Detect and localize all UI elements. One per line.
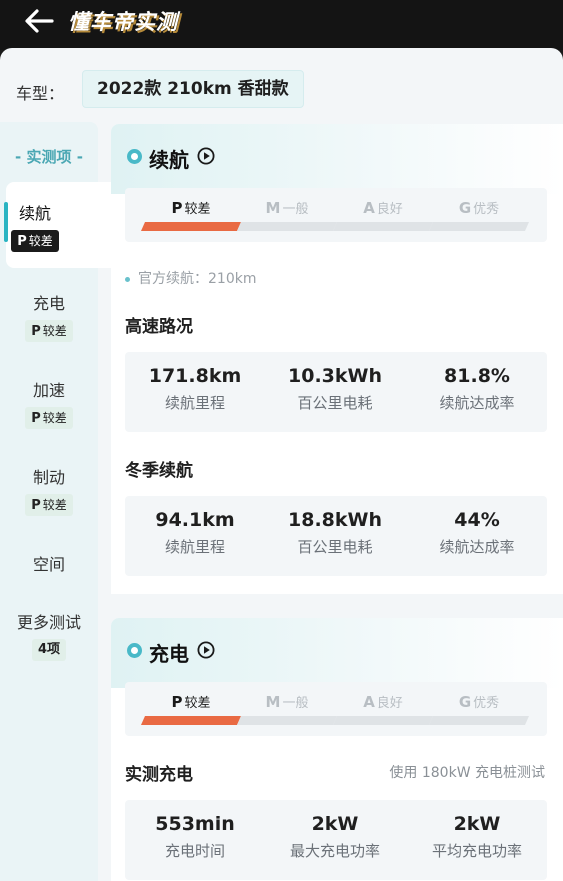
grade-badge: P 较差 xyxy=(25,407,73,429)
rating-bar xyxy=(429,222,529,231)
grade-badge: P 较差 xyxy=(25,494,73,516)
stat-range: 94.1km 续航里程 xyxy=(155,509,235,556)
range-rating-scale: P 较差 M 一般 A 良好 G 优秀 xyxy=(125,188,547,242)
stat-charge-time: 553min 充电时间 xyxy=(155,813,235,860)
arrow-left-icon xyxy=(25,9,54,33)
section-dot-icon xyxy=(127,149,142,164)
rating-level-excellent: G 优秀 xyxy=(429,682,529,736)
charging-stats: 553min 充电时间 2kW 最大充电功率 2kW 平均充电功率 xyxy=(125,800,547,880)
sidebar-item-label: 加速 xyxy=(32,381,65,400)
model-label: 车型： xyxy=(16,84,65,103)
count-badge: 4项 xyxy=(31,639,67,661)
range-panel: 续航 P 较差 M 一般 A 良好 G 优秀 官方续航：210km 高速路况 1… xyxy=(111,124,563,594)
rating-level-poor: P 较差 xyxy=(141,188,241,242)
app-title: 懂车帝实测 xyxy=(68,10,178,34)
charger-note: 使用 180kW 充电桩测试 xyxy=(389,765,545,781)
model-selector[interactable]: 2022款 210km 香甜款 xyxy=(82,70,304,108)
winter-range-title: 冬季续航 xyxy=(125,461,193,481)
rating-level-excellent: G 优秀 xyxy=(429,188,529,242)
highway-stats: 171.8km 续航里程 10.3kWh 百公里电耗 81.8% 续航达成率 xyxy=(125,352,547,432)
stat-achievement-rate: 81.8% 续航达成率 xyxy=(439,365,515,412)
rating-bar xyxy=(333,716,433,725)
sidebar-item-space[interactable]: 空间 xyxy=(0,551,98,575)
sidebar-item-range[interactable]: 续航 P 较差 xyxy=(4,182,124,268)
stat-achievement-rate: 44% 续航达成率 xyxy=(439,509,515,556)
play-circle-icon[interactable] xyxy=(197,641,215,659)
stat-consumption: 10.3kWh 百公里电耗 xyxy=(288,365,382,412)
back-button[interactable] xyxy=(22,6,56,36)
rating-level-average: M 一般 xyxy=(237,188,337,242)
stat-range: 171.8km 续航里程 xyxy=(148,365,242,412)
highway-title: 高速路况 xyxy=(125,317,193,337)
test-item-sidebar: - 实测项 - 续航 P较差 充电 P较差 加速 P较差 制动 P较差 xyxy=(0,122,124,881)
sidebar-item-more-tests[interactable]: 更多测试 4项 xyxy=(0,609,98,661)
rating-bar xyxy=(237,222,337,231)
stat-consumption: 18.8kWh 百公里电耗 xyxy=(288,509,382,556)
rating-level-average: M 一般 xyxy=(237,682,337,736)
stat-average-power: 2kW 平均充电功率 xyxy=(431,813,522,860)
rating-level-good: A 良好 xyxy=(333,188,433,242)
grade-badge: P 较差 xyxy=(25,320,73,342)
sidebar-item-label: 充电 xyxy=(32,294,65,313)
rating-bar xyxy=(237,716,337,725)
section-dot-icon xyxy=(127,643,142,658)
charging-rating-scale: P 较差 M 一般 A 良好 G 优秀 xyxy=(125,682,547,736)
sidebar-item-charging[interactable]: 充电 P 较差 xyxy=(0,290,98,342)
stat-max-power: 2kW 最大充电功率 xyxy=(289,813,380,860)
charging-panel: 充电 P 较差 M 一般 A 良好 G 优秀 实测充电 使用 180kW 充电桩… xyxy=(111,618,563,881)
rating-level-poor: P 较差 xyxy=(141,682,241,736)
sidebar-item-label: 空间 xyxy=(32,555,65,574)
bullet-icon xyxy=(125,276,130,282)
sidebar-heading: - 实测项 - xyxy=(15,148,83,166)
grade-badge: P 较差 xyxy=(11,230,59,252)
sidebar-item-acceleration[interactable]: 加速 P 较差 xyxy=(0,377,98,429)
rating-bar xyxy=(429,716,529,725)
rating-bar xyxy=(141,716,241,725)
content-sheet: 车型： 2022款 210km 香甜款 - 实测项 - 续航 P 较差 充电 P较… xyxy=(0,48,563,881)
top-bar: 懂车帝实测 xyxy=(0,0,563,50)
sidebar-item-label: 续航 xyxy=(18,204,51,223)
rating-bar xyxy=(141,222,241,231)
sidebar-item-label: 更多测试 xyxy=(16,613,81,632)
rating-bar xyxy=(333,222,433,231)
measured-charging-title: 实测充电 xyxy=(125,765,193,785)
winter-stats: 94.1km 续航里程 18.8kWh 百公里电耗 44% 续航达成率 xyxy=(125,496,547,576)
play-circle-icon[interactable] xyxy=(197,147,215,165)
sidebar-item-label: 制动 xyxy=(32,468,65,487)
sidebar-item-braking[interactable]: 制动 P 较差 xyxy=(0,464,98,516)
rating-level-good: A 良好 xyxy=(333,682,433,736)
official-range-note: 官方续航：210km xyxy=(125,268,256,288)
